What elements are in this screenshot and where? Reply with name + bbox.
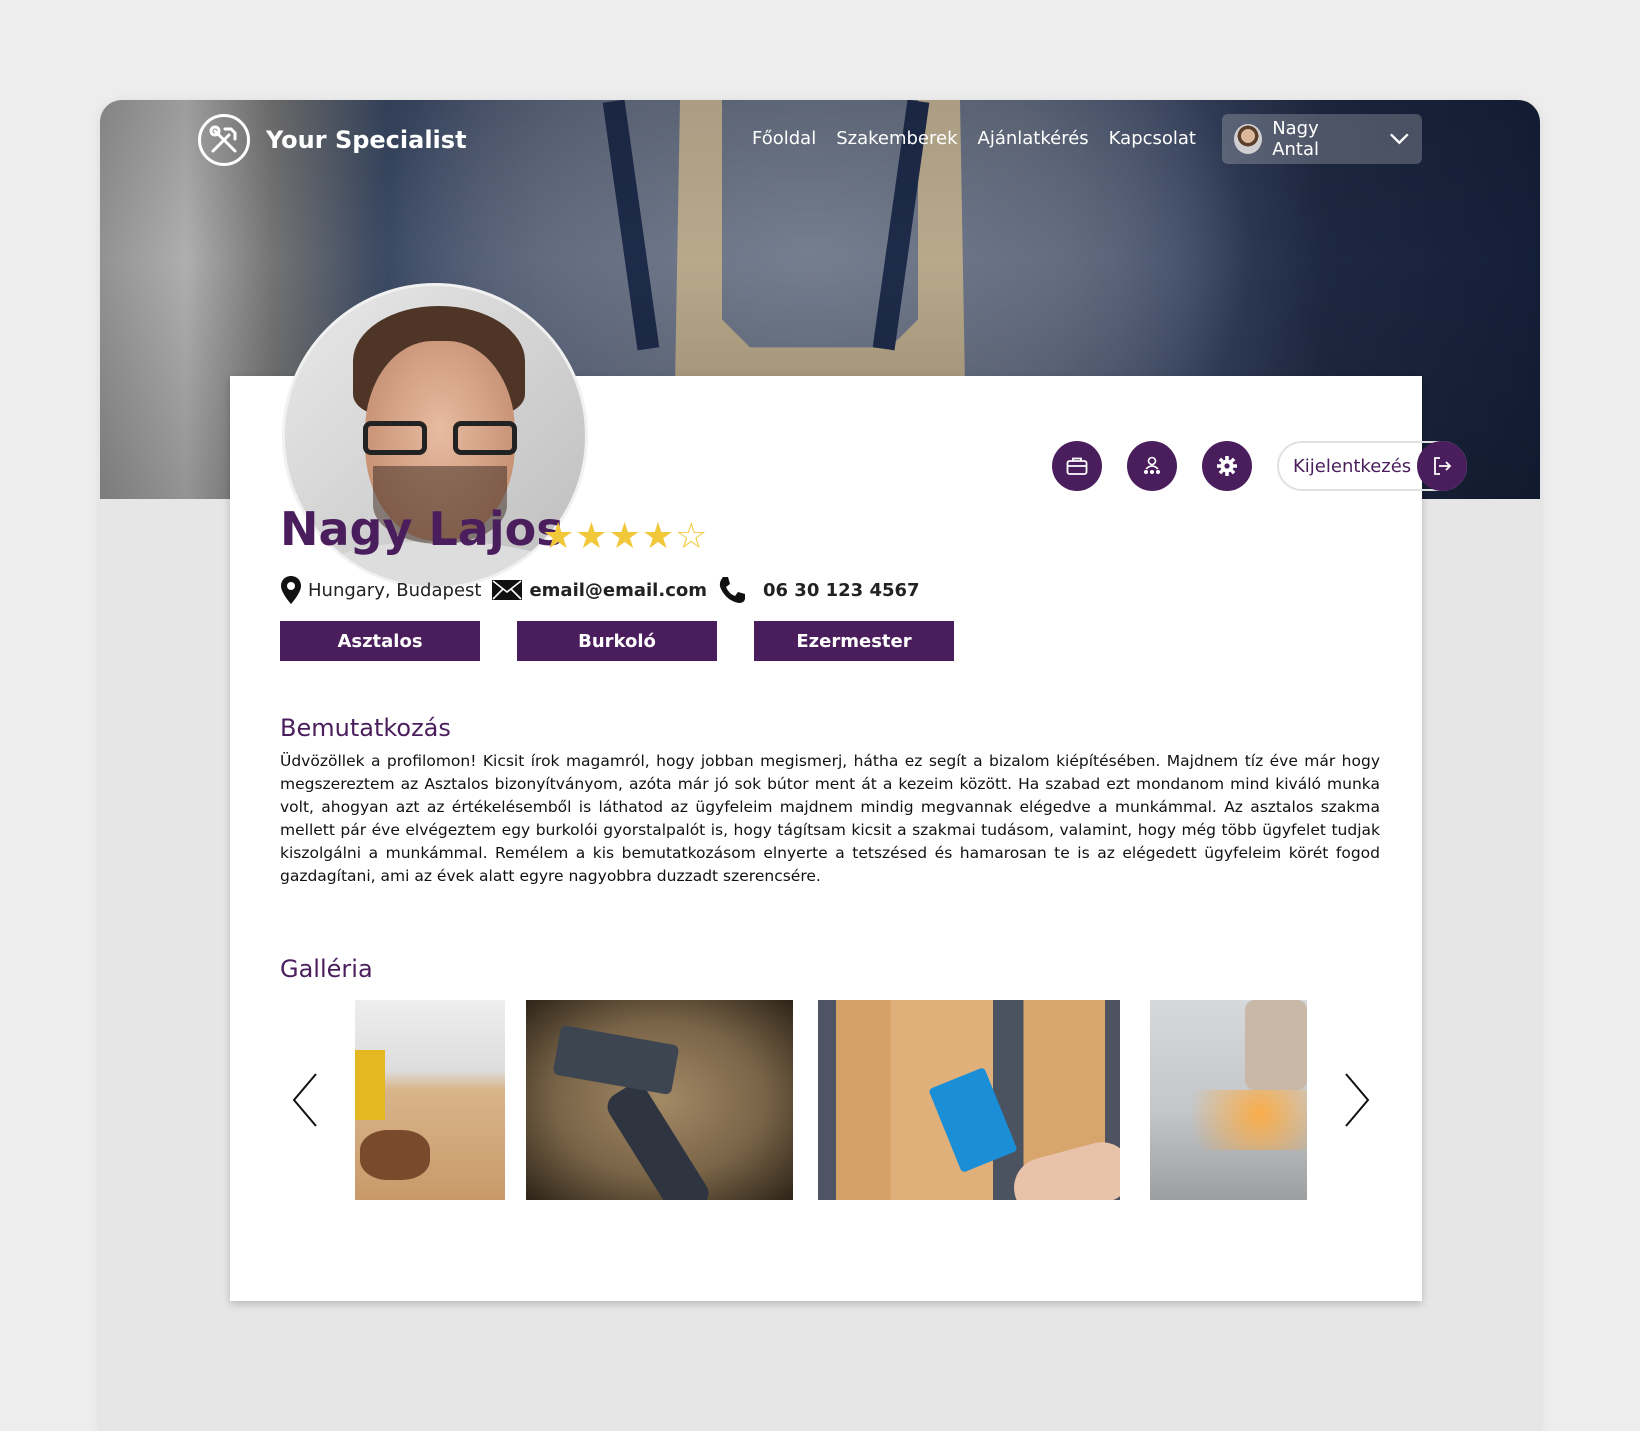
about-text: Üdvözöllek a profilomon! Kicsit írok mag… (280, 752, 1380, 885)
chevron-left-icon[interactable] (290, 1070, 320, 1130)
gallery-carousel (280, 1000, 1380, 1200)
gallery-heading: Galléria (280, 955, 373, 983)
profile-name: Nagy Lajos (280, 502, 564, 556)
rating-stars: ★★★★☆ (542, 516, 709, 557)
location-text: Hungary, Budapest (308, 579, 482, 601)
user-name: Nagy Antal (1272, 118, 1319, 160)
brand-logo[interactable]: Your Specialist (198, 114, 467, 166)
location-item: Hungary, Budapest (280, 575, 481, 605)
logout-button[interactable]: Kijelentkezés (1277, 441, 1467, 491)
tools-icon (198, 114, 250, 166)
main-menu: Főoldal Szakemberek Ajánlatkérés Kapcsol… (752, 128, 1196, 149)
phone-icon (719, 577, 745, 603)
gallery-image-drill[interactable] (355, 1000, 505, 1200)
contact-info: Hungary, Budapest email@email.com 06 30 … (280, 575, 930, 605)
nav-link-szakemberek[interactable]: Szakemberek (836, 128, 957, 149)
team-button[interactable] (1127, 441, 1177, 491)
team-icon (1144, 456, 1160, 474)
email-text[interactable]: email@email.com (529, 580, 707, 601)
phone-item: 06 30 123 4567 (717, 575, 920, 605)
chevron-right-icon[interactable] (1342, 1070, 1372, 1130)
brand-name: Your Specialist (266, 126, 467, 154)
envelope-icon (492, 580, 523, 600)
user-menu-dropdown[interactable]: Nagy Antal (1222, 114, 1422, 164)
logout-icon (1417, 441, 1467, 491)
briefcase-icon (1066, 457, 1088, 475)
nav-link-fooldal[interactable]: Főoldal (752, 128, 816, 149)
gear-icon (1217, 456, 1237, 476)
about-heading: Bemutatkozás (280, 714, 451, 742)
gallery-image-painting[interactable] (818, 1000, 1120, 1200)
gallery-image-grinding[interactable] (1150, 1000, 1307, 1200)
skill-tags: Asztalos Burkoló Ezermester (280, 621, 954, 661)
top-navbar: Your Specialist Főoldal Szakemberek Aján… (100, 100, 1540, 180)
tag-burkolo[interactable]: Burkoló (517, 621, 717, 661)
briefcase-button[interactable] (1052, 441, 1102, 491)
settings-button[interactable] (1202, 441, 1252, 491)
tag-ezermester[interactable]: Ezermester (754, 621, 954, 661)
nav-link-ajanlatkeres[interactable]: Ajánlatkérés (978, 128, 1089, 149)
avatar (1234, 124, 1263, 154)
nav-link-kapcsolat[interactable]: Kapcsolat (1109, 128, 1196, 149)
tag-asztalos[interactable]: Asztalos (280, 621, 480, 661)
gallery-image-hammer[interactable] (526, 1000, 793, 1200)
app-window: Your Specialist Főoldal Szakemberek Aján… (100, 100, 1540, 1431)
logout-label: Kijelentkezés (1293, 455, 1412, 477)
location-pin-icon (281, 576, 301, 604)
phone-text[interactable]: 06 30 123 4567 (763, 580, 920, 601)
email-item: email@email.com (491, 579, 707, 601)
chevron-down-icon (1390, 133, 1409, 145)
profile-actions: Kijelentkezés (1052, 441, 1467, 491)
